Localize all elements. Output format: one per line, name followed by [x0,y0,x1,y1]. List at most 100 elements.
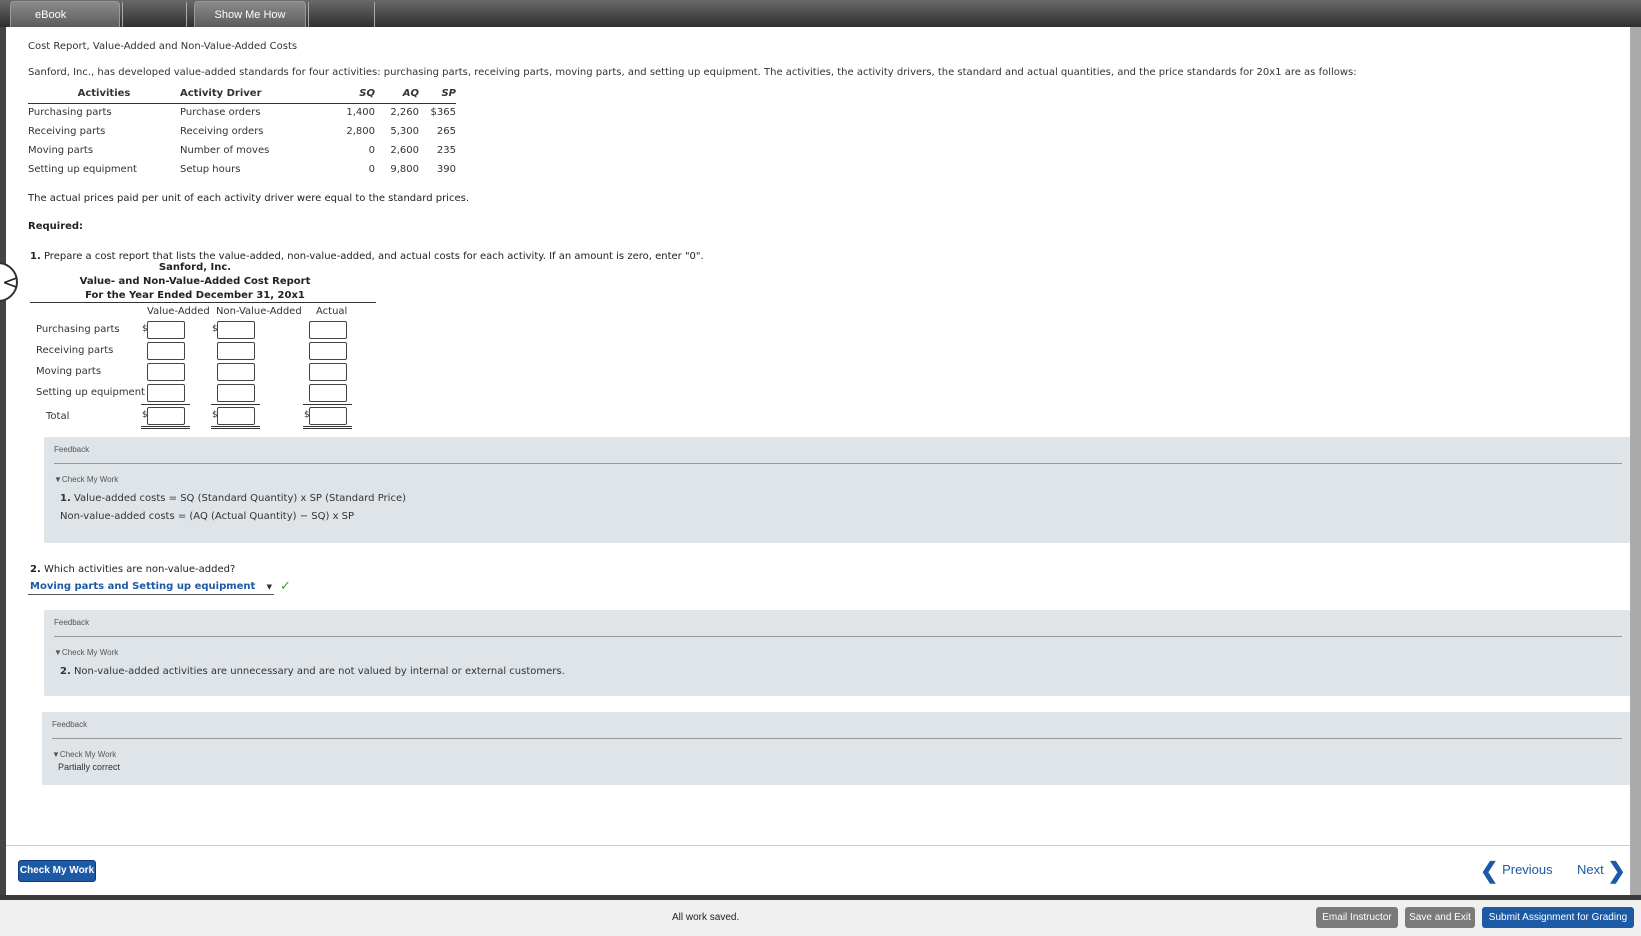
table-cell: 2,800 [346,126,375,137]
check-my-work-toggle[interactable]: ▼Check My Work [54,475,118,484]
triangle-down-icon: ▼ [52,750,60,759]
report-row-label: Purchasing parts [36,324,120,335]
bottom-divider [6,845,1630,846]
table-cell: Number of moves [180,145,270,156]
price-note: The actual prices paid per unit of each … [28,193,469,204]
next-link[interactable]: Next ❯ [1577,858,1626,884]
chevron-right-icon: ❯ [1607,858,1626,883]
feedback-divider [52,738,1622,739]
col-value-added: Value-Added [147,306,210,317]
table-cell: 0 [368,145,375,156]
submit-assignment-button[interactable]: Submit Assignment for Grading [1482,907,1634,928]
total-double-rule [303,426,352,429]
right-scrollbar[interactable] [1630,27,1641,895]
report-title: Value- and Non-Value-Added Cost Report [79,276,311,287]
value-added-input-receiving[interactable] [147,342,185,360]
problem-content: Cost Report, Value-Added and Non-Value-A… [6,27,1630,845]
table-row: Purchasing parts Purchase orders 1,400 2… [28,103,456,122]
top-toolbar: eBook Show Me How [0,0,1641,27]
non-value-added-input-receiving[interactable] [217,342,255,360]
table-row: Receiving parts Receiving orders 2,800 5… [28,122,456,141]
non-value-added-total-input[interactable] [217,407,255,425]
table-cell: Receiving orders [180,126,264,137]
feedback-line: Non-value-added costs = (AQ (Actual Quan… [60,511,354,522]
non-value-added-input-purchasing[interactable] [217,321,255,339]
table-cell: 2,260 [390,107,419,119]
value-added-input-setup[interactable] [147,384,185,402]
table-cell: Purchasing parts [28,107,112,119]
question-1: 1. Prepare a cost report that lists the … [30,251,704,262]
table-cell: Purchase orders [180,107,261,119]
check-my-work-label: Check My Work [59,750,117,759]
check-my-work-button[interactable]: Check My Work [18,860,96,882]
previous-link[interactable]: ❮ Previous [1480,858,1553,884]
feedback-label: Feedback [52,720,88,729]
feedback-panel-q1: Feedback ▼Check My Work 1. Value-added c… [44,437,1630,543]
value-added-total-input[interactable] [147,407,185,425]
toolbar-divider [122,2,123,27]
problem-intro: Sanford, Inc., has developed value-added… [28,67,1357,78]
feedback-number: 1. [60,493,71,504]
table-cell: 265 [436,126,456,137]
table-cell: 9,800 [390,164,419,175]
save-status: All work saved. [672,912,740,923]
table-cell: 5,300 [390,126,419,137]
next-label: Next [1577,862,1604,877]
feedback-divider [54,636,1622,637]
total-double-rule [211,426,260,429]
actual-input-setup[interactable] [309,384,347,402]
table-cell: 2,600 [390,145,419,156]
save-and-exit-button[interactable]: Save and Exit [1405,907,1475,928]
report-period: For the Year Ended December 31, 20x1 [85,290,305,301]
feedback-line: 2. Non-value-added activities are unnece… [60,666,565,677]
table-cell: Setup hours [180,164,241,175]
tab-ebook[interactable]: eBook [10,1,120,27]
correct-check-icon: ✓ [280,579,291,594]
non-value-added-select[interactable]: Moving parts and Setting up equipment ▼ [28,581,274,595]
subtotal-rule [141,404,190,405]
page-title: Cost Report, Value-Added and Non-Value-A… [28,41,298,52]
required-label: Required: [28,221,84,232]
feedback-label: Feedback [54,445,90,454]
report-row-label: Receiving parts [36,345,114,356]
report-header-rule [30,302,376,303]
value-added-input-purchasing[interactable] [147,321,185,339]
actual-input-receiving[interactable] [309,342,347,360]
activity-data-table: Activities Activity Driver SQ AQ SP Purc… [28,87,456,179]
column-header: Activities [28,87,180,104]
subtotal-rule [303,404,352,405]
check-my-work-toggle[interactable]: ▼Check My Work [52,750,116,759]
non-value-added-input-setup[interactable] [217,384,255,402]
question-number: 2. [30,564,41,575]
chevron-left-icon: ❮ [1480,858,1499,883]
email-instructor-button[interactable]: Email Instructor [1316,907,1398,928]
feedback-line: 1. Value-added costs = SQ (Standard Quan… [60,493,406,504]
col-actual: Actual [316,306,348,317]
footer: All work saved. Email Instructor Save an… [0,900,1641,936]
result-text: Partially correct [58,762,121,772]
check-my-work-toggle[interactable]: ▼Check My Work [54,648,118,657]
feedback-divider [54,463,1622,464]
col-non-value-added: Non-Value-Added [216,306,302,317]
select-value: Moving parts and Setting up equipment [30,581,256,592]
table-cell: 235 [436,145,456,156]
tab-show-me-how[interactable]: Show Me How [194,1,306,27]
table-cell: 390 [436,164,456,175]
report-total-label: Total [46,411,70,422]
overall-feedback-panel: Feedback ▼Check My Work Partially correc… [42,712,1630,785]
feedback-text: Value-added costs = SQ (Standard Quantit… [70,493,406,504]
table-header-row: Activities Activity Driver SQ AQ SP [28,87,456,104]
question-text: Which activities are non-value-added? [40,564,236,575]
actual-input-moving[interactable] [309,363,347,381]
actual-input-purchasing[interactable] [309,321,347,339]
question-number: 1. [30,251,41,262]
toolbar-divider [374,2,375,27]
toolbar-divider [186,2,187,27]
table-row: Setting up equipment Setup hours 0 9,800… [28,160,456,179]
feedback-panel-q2: Feedback ▼Check My Work 2. Non-value-add… [44,610,1630,696]
value-added-input-moving[interactable] [147,363,185,381]
table-row: Moving parts Number of moves 0 2,600 235 [28,141,456,160]
table-cell: 1,400 [346,107,375,119]
actual-total-input[interactable] [309,407,347,425]
non-value-added-input-moving[interactable] [217,363,255,381]
